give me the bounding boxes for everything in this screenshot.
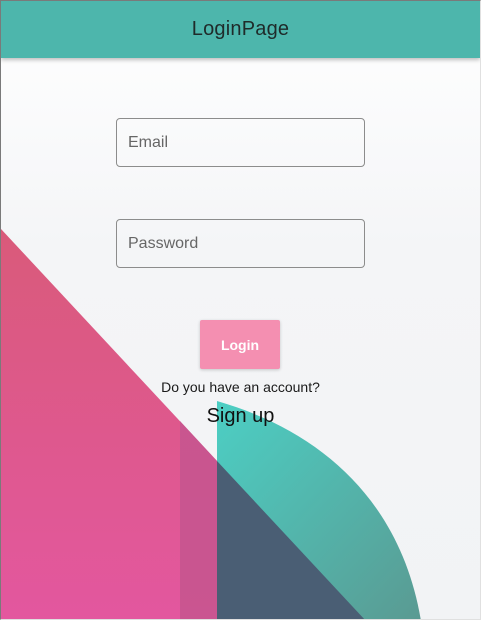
- pink-band-shape: [180, 421, 217, 619]
- account-question-text: Do you have an account?: [161, 379, 320, 395]
- app-window: LoginPage Login Do you have an account? …: [0, 0, 481, 620]
- login-button[interactable]: Login: [200, 320, 280, 369]
- page-title: LoginPage: [191, 18, 290, 40]
- email-field[interactable]: [116, 118, 365, 167]
- background-decoration: [1, 229, 421, 619]
- password-field[interactable]: [116, 219, 365, 268]
- app-bar: LoginPage: [1, 1, 480, 58]
- signup-link[interactable]: Sign up: [1, 405, 480, 428]
